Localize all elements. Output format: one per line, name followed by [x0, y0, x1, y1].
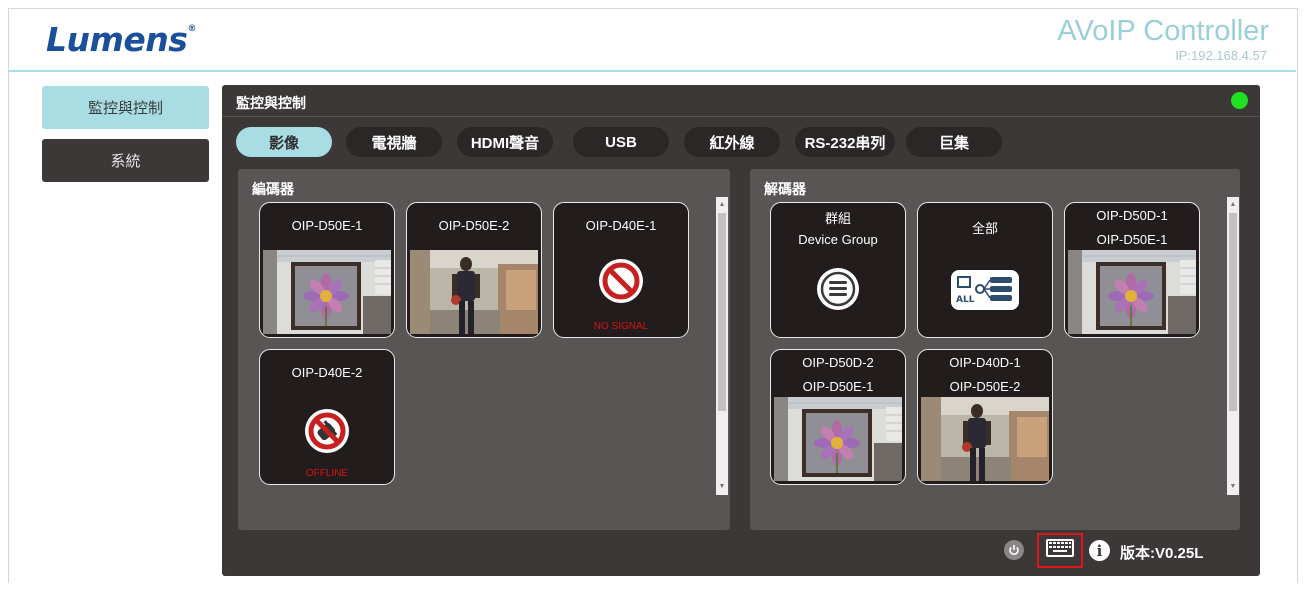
video-preview [263, 250, 391, 334]
sidebar-item-monitor-control[interactable]: 監控與控制 [42, 86, 209, 129]
tab-video[interactable]: 影像 [236, 127, 332, 157]
no-signal-icon [598, 258, 644, 309]
info-icon[interactable]: i [1089, 540, 1110, 561]
device-name: OIP-D40E-2 [291, 365, 363, 380]
decoder-panel: 解碼器 群組 Device Group 全部 ALL OIP-D50D-1 OI… [750, 169, 1240, 606]
sidebar-item-label: 監控與控制 [87, 100, 163, 117]
scroll-thumb[interactable] [718, 213, 726, 411]
tab-rs232[interactable]: RS-232串列 [795, 127, 895, 157]
tab-infrared[interactable]: 紅外線 [684, 127, 780, 157]
decoder-scrollbar[interactable]: ▲ ▼ [1227, 197, 1239, 495]
video-preview [921, 397, 1049, 481]
info-glyph: i [1096, 541, 1103, 560]
encoder-panel-title: 編碼器 [252, 181, 294, 197]
tab-label: 巨集 [938, 134, 969, 152]
all-devices-tile[interactable]: 全部 ALL [917, 202, 1053, 338]
device-group-tile[interactable]: 群組 Device Group [770, 202, 906, 338]
tab-label: HDMI聲音 [470, 134, 540, 152]
decoder-panel-title: 解碼器 [764, 181, 806, 197]
encoder-tile[interactable]: OIP-D40E-2 OFFLINE [259, 349, 395, 485]
stop-button[interactable]: 停止 [1153, 584, 1208, 606]
video-preview [410, 250, 538, 334]
group-sublabel: Device Group [798, 232, 878, 247]
divider [222, 116, 1260, 117]
all-devices-icon: ALL [950, 269, 1020, 316]
all-label: 全部 [971, 221, 998, 236]
scroll-down-icon[interactable]: ▼ [716, 481, 728, 493]
tab-macro[interactable]: 巨集 [906, 127, 1002, 157]
no-signal-label: NO SIGNAL [593, 321, 649, 332]
offline-plug-icon [304, 408, 350, 459]
group-icon [815, 266, 861, 317]
device-name: OIP-D40E-1 [585, 218, 657, 233]
scroll-down-icon[interactable]: ▼ [1227, 481, 1239, 493]
keyboard-icon [1045, 538, 1075, 563]
tab-hdmi-audio[interactable]: HDMI聲音 [457, 127, 553, 157]
group-label: 群組 [824, 211, 851, 226]
encoder-scrollbar[interactable]: ▲ ▼ [716, 197, 728, 495]
brand-logo: Lumens® [46, 20, 196, 59]
offline-label: OFFLINE [305, 468, 349, 479]
scroll-thumb[interactable] [1229, 213, 1237, 411]
tab-video-wall[interactable]: 電視牆 [346, 127, 442, 157]
decoder-name: OIP-D40D-1 [949, 355, 1021, 370]
header: Lumens® AVoIP Controller IP:192.168.4.57 [8, 8, 1296, 72]
video-preview [774, 397, 902, 481]
status-indicator-icon [1231, 92, 1248, 109]
tab-usb[interactable]: USB [573, 127, 669, 157]
stop-label: 停止 [1164, 589, 1197, 606]
decoder-tile[interactable]: OIP-D50D-2 OIP-D50E-1 [770, 349, 906, 485]
decoder-tile[interactable]: OIP-D50D-1 OIP-D50E-1 [1064, 202, 1200, 338]
page-title: 監控與控制 [236, 95, 306, 111]
tab-label: 影像 [268, 134, 299, 152]
scroll-up-icon[interactable]: ▲ [716, 199, 728, 211]
encoder-tile[interactable]: OIP-D50E-1 [259, 202, 395, 338]
sidebar-item-label: 系統 [110, 153, 141, 170]
tab-label: 電視牆 [371, 134, 417, 152]
decoder-name: OIP-D50D-1 [1096, 208, 1168, 223]
decoder-name: OIP-D50D-2 [802, 355, 874, 370]
decoder-tile[interactable]: OIP-D40D-1 OIP-D50E-2 [917, 349, 1053, 485]
video-preview [1068, 250, 1196, 334]
encoder-tile[interactable]: OIP-D40E-1 NO SIGNAL [553, 202, 689, 338]
tab-label: RS-232串列 [804, 134, 886, 152]
main-panel: 監控與控制 影像 電視牆 HDMI聲音 USB 紅外線 RS-232串列 巨集 … [222, 85, 1260, 606]
encoder-tile[interactable]: OIP-D50E-2 [406, 202, 542, 338]
power-icon[interactable] [1004, 540, 1024, 560]
tab-label: USB [605, 133, 637, 151]
source-name: OIP-D50E-2 [949, 379, 1021, 394]
encoder-panel: 編碼器 OIP-D50E-1 OIP-D50E-2 OIP-D40E-1 NO … [238, 169, 730, 530]
device-name: OIP-D50E-2 [438, 218, 510, 233]
scroll-up-icon[interactable]: ▲ [1227, 199, 1239, 211]
ip-address: IP:192.168.4.57 [1175, 48, 1267, 63]
svg-text:ALL: ALL [956, 295, 975, 305]
source-name: OIP-D50E-1 [1096, 232, 1168, 247]
tab-label: 紅外線 [709, 134, 755, 152]
sidebar-item-system[interactable]: 系統 [42, 139, 209, 182]
keyboard-button[interactable] [1037, 533, 1083, 568]
device-name: OIP-D50E-1 [291, 218, 363, 233]
source-name: OIP-D50E-1 [802, 379, 874, 394]
version-label: 版本:V0.25L [1120, 545, 1204, 562]
app-title: AVoIP Controller [1057, 15, 1269, 47]
